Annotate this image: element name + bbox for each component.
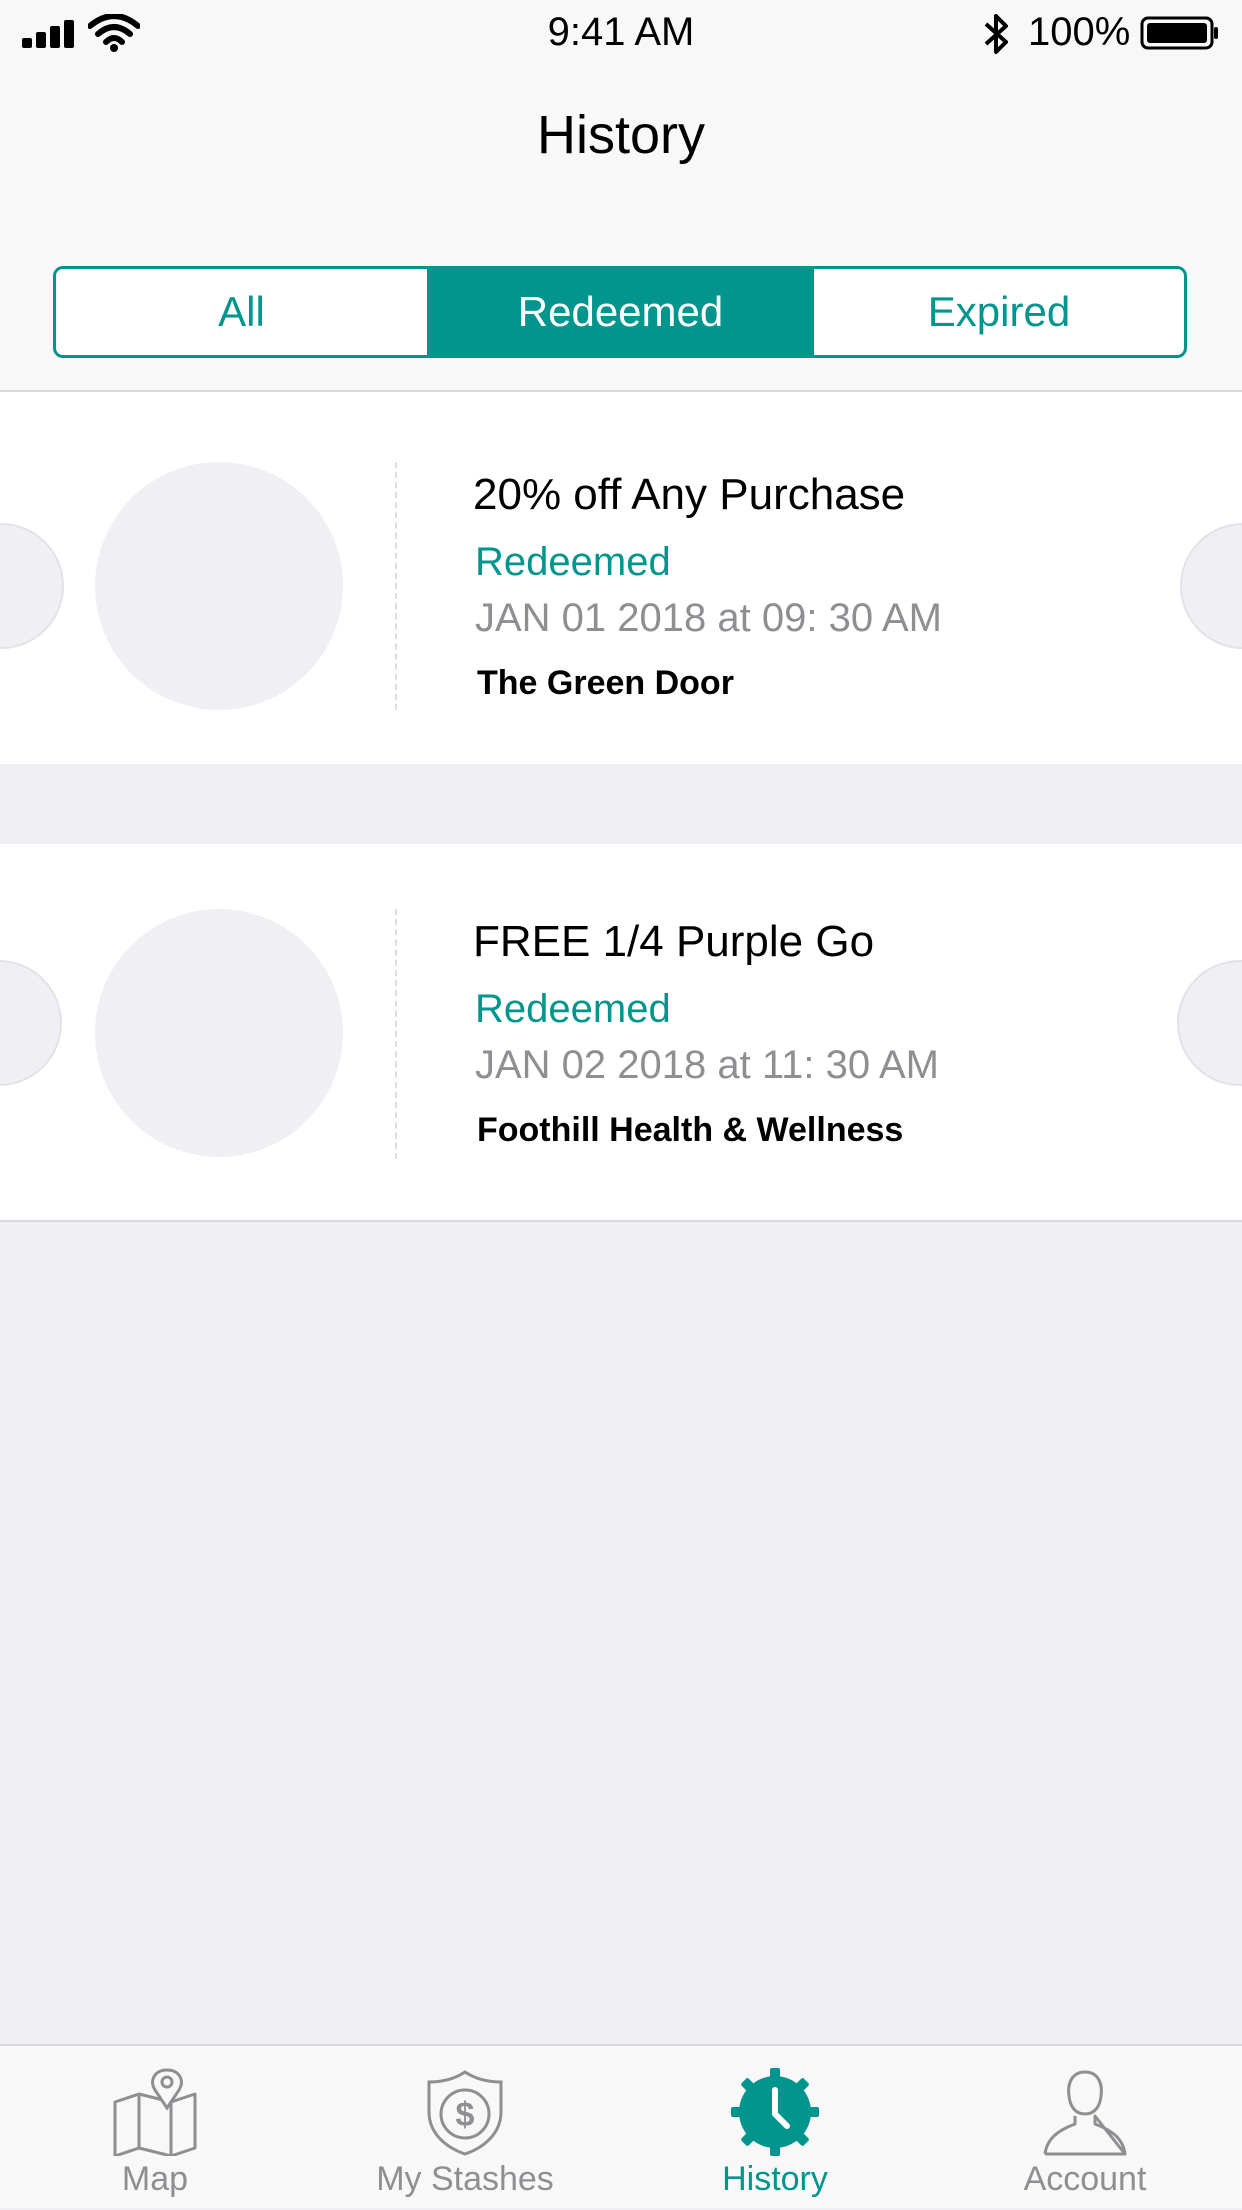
coupon-status: Redeemed bbox=[475, 987, 671, 1031]
segment-expired[interactable]: Expired bbox=[814, 269, 1184, 355]
coupon-title: FREE 1/4 Purple Go bbox=[473, 917, 875, 966]
tab-bar: Map $ My Stashes History Account bbox=[0, 2044, 1242, 2208]
coupon-title: 20% off Any Purchase bbox=[473, 470, 906, 519]
tab-label: My Stashes bbox=[376, 2160, 554, 2198]
history-filter-segmented-control: All Redeemed Expired bbox=[53, 266, 1187, 358]
ticket-notch-right bbox=[1180, 523, 1242, 649]
tab-label: History bbox=[722, 2160, 828, 2198]
clock-icon bbox=[731, 2068, 819, 2156]
coupon-card[interactable]: FREE 1/4 Purple Go Redeemed JAN 02 2018 … bbox=[0, 844, 1242, 1222]
ticket-zigzag-separator bbox=[0, 764, 1242, 846]
battery-percentage: 100% bbox=[1028, 10, 1131, 54]
person-icon bbox=[1043, 2070, 1127, 2156]
map-icon bbox=[113, 2068, 197, 2156]
tab-label: Map bbox=[121, 2160, 189, 2198]
ticket-divider bbox=[395, 462, 397, 710]
coupon-card[interactable]: 20% off Any Purchase Redeemed JAN 01 201… bbox=[0, 392, 1242, 764]
ticket-notch-right bbox=[1177, 960, 1242, 1086]
coupon-status: Redeemed bbox=[475, 540, 671, 584]
coupon-store: The Green Door bbox=[477, 664, 734, 702]
battery-icon bbox=[1140, 16, 1218, 50]
status-bar: 9:41 AM 100% bbox=[0, 0, 1242, 66]
ticket-notch-left bbox=[0, 523, 64, 649]
store-logo-placeholder bbox=[95, 462, 343, 710]
tab-account[interactable]: Account bbox=[930, 2046, 1240, 2210]
store-logo-placeholder bbox=[95, 909, 343, 1157]
ticket-divider bbox=[395, 909, 397, 1159]
coupon-store: Foothill Health & Wellness bbox=[477, 1111, 904, 1149]
navigation-header: 9:41 AM 100% History All Redeemed Expire… bbox=[0, 0, 1242, 392]
page-title: History bbox=[536, 105, 705, 165]
coupon-date: JAN 01 2018 at 09: 30 AM bbox=[475, 596, 942, 640]
dollar-shield-icon: $ bbox=[427, 2070, 503, 2156]
svg-text:$: $ bbox=[456, 2096, 475, 2134]
tab-label: Account bbox=[1023, 2160, 1147, 2198]
segment-all[interactable]: All bbox=[56, 269, 430, 355]
ticket-notch-left bbox=[0, 960, 62, 1086]
tab-history[interactable]: History bbox=[620, 2046, 930, 2210]
tab-my-stashes[interactable]: $ My Stashes bbox=[310, 2046, 620, 2210]
coupon-date: JAN 02 2018 at 11: 30 AM bbox=[475, 1043, 940, 1087]
tab-map[interactable]: Map bbox=[0, 2046, 310, 2210]
segment-redeemed[interactable]: Redeemed bbox=[430, 269, 814, 355]
bluetooth-icon bbox=[984, 14, 1008, 54]
